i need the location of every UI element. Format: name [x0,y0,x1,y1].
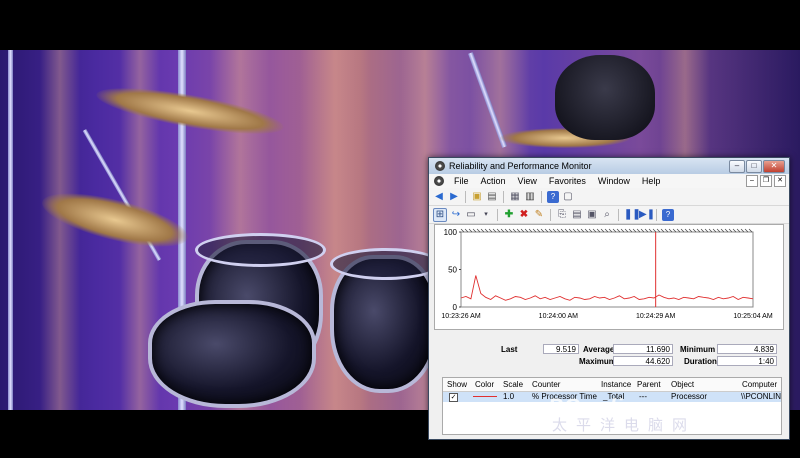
dropdown-arrow-icon[interactable]: ▾ [480,209,492,221]
view-icon[interactable]: ▢ [562,191,574,203]
mdi-close-button[interactable]: ✕ [774,175,786,187]
update-data-icon[interactable]: ▶❚ [639,209,655,221]
plot-frame [460,231,754,308]
drummer-head [555,55,655,140]
menu-view[interactable]: View [512,176,543,186]
view-current-activity-icon[interactable]: ⊞ [433,207,447,222]
x-tick-label: 10:24:29 AM [636,313,675,320]
toolbar-separator [541,190,542,203]
last-value: 9.519 [543,344,579,354]
toolbar-separator [503,190,504,203]
change-graph-type-icon[interactable]: ▭ [465,209,477,221]
column-header-show[interactable]: Show [447,380,467,389]
show-hide-tree-icon[interactable]: ▤ [486,191,498,203]
graph-toolbar: ⊞ ↪ ▭ ▾ ✚ ✖ ✎ ⎘ ▤ ▣ ⌕ ❚❚ ▶❚ ? [429,206,789,224]
app-icon [435,161,445,171]
zoom-icon[interactable]: ⌕ [601,209,613,221]
delete-counter-icon[interactable]: ✖ [518,209,530,221]
highlight-icon[interactable]: ✎ [533,209,545,221]
show-checkbox[interactable]: ✓ [449,393,458,402]
computer-cell: \\PCONLINE [741,392,781,401]
duration-label: Duration [684,357,717,366]
maximum-value: 44.620 [613,356,673,366]
toolbar-separator [618,208,619,221]
help-icon[interactable]: ? [662,208,674,221]
menu-action[interactable]: Action [475,176,512,186]
scale-cell: 1.0 [503,392,515,401]
column-header-computer[interactable]: Computer [742,380,777,389]
export-list-icon[interactable]: ▥ [524,191,536,203]
floor-drum [148,300,316,408]
navigation-toolbar: ◀ ▶ ▣ ▤ ▦ ▥ ? ▢ [429,188,789,206]
column-header-scale[interactable]: Scale [503,380,523,389]
y-tick-label: 100 [444,228,458,237]
title-bar[interactable]: Reliability and Performance Monitor – □ … [429,158,789,174]
paste-counter-list-icon[interactable]: ▤ [571,209,583,221]
series-color-swatch [473,396,497,397]
x-tick-label: 10:23:26 AM [441,313,480,320]
menu-help[interactable]: Help [636,176,667,186]
curtain-fold [40,50,80,410]
mdi-restore-button[interactable]: ❐ [760,175,772,187]
properties-icon[interactable]: ▦ [509,191,521,203]
window-title: Reliability and Performance Monitor [449,161,592,171]
add-counter-icon[interactable]: ✚ [503,209,515,221]
view-log-data-icon[interactable]: ↪ [450,209,462,221]
toolbar-separator [465,190,466,203]
menu-bar: File Action View Favorites Window Help –… [429,174,789,188]
maximize-button[interactable]: □ [746,160,762,173]
drum-rim [195,233,326,267]
menu-window[interactable]: Window [592,176,636,186]
minimize-button[interactable]: – [729,160,745,173]
minimum-label: Minimum [680,345,716,354]
drum-rim [330,248,441,280]
up-folder-icon[interactable]: ▣ [471,191,483,203]
last-label: Last [501,345,518,354]
site-watermark-chinese: 太平洋电脑网 [552,416,697,434]
average-label: Average [583,345,615,354]
copy-properties-icon[interactable]: ⎘ [556,209,568,221]
y-tick-label: 0 [453,303,458,312]
column-header-parent[interactable]: Parent [637,380,661,389]
column-header-color[interactable]: Color [475,380,494,389]
properties-icon[interactable]: ▣ [586,209,598,221]
help-icon[interactable]: ? [547,190,559,203]
mdi-minimize-button[interactable]: – [746,175,758,187]
toolbar-separator [550,208,551,221]
forward-arrow-icon[interactable]: ▶ [448,191,460,203]
y-tick-label: 50 [448,266,457,275]
minimum-value: 4.839 [717,344,777,354]
performance-graph[interactable]: 100 50 0 10:23:26 AM 10:24:00 AM 10:24:29 AM 1… [434,224,784,330]
x-tick-label: 10:24:00 AM [539,313,578,320]
freeze-display-icon[interactable]: ❚❚ [624,209,641,221]
maximum-label: Maximum [579,357,616,366]
menu-file[interactable]: File [448,176,475,186]
average-value: 11.690 [613,344,673,354]
duration-value: 1:40 [717,356,777,366]
column-header-object[interactable]: Object [671,380,694,389]
toolbar-separator [497,208,498,221]
line-chart: 100 50 010:23:26 AM 10:24:00 AM 10:24:29 AM 1… [441,228,772,320]
table-header: Show Color Scale Counter Instance Parent… [443,378,781,392]
back-arrow-icon[interactable]: ◀ [433,191,445,203]
menu-favorites[interactable]: Favorites [543,176,592,186]
column-header-counter[interactable]: Counter [532,380,560,389]
x-tick-label: 10:25:04 AM [733,313,772,320]
column-header-instance[interactable]: Instance [601,380,631,389]
toolbar-separator [656,208,657,221]
close-button[interactable]: ✕ [763,160,785,173]
console-icon[interactable] [434,176,444,186]
stand-pole [8,50,13,410]
